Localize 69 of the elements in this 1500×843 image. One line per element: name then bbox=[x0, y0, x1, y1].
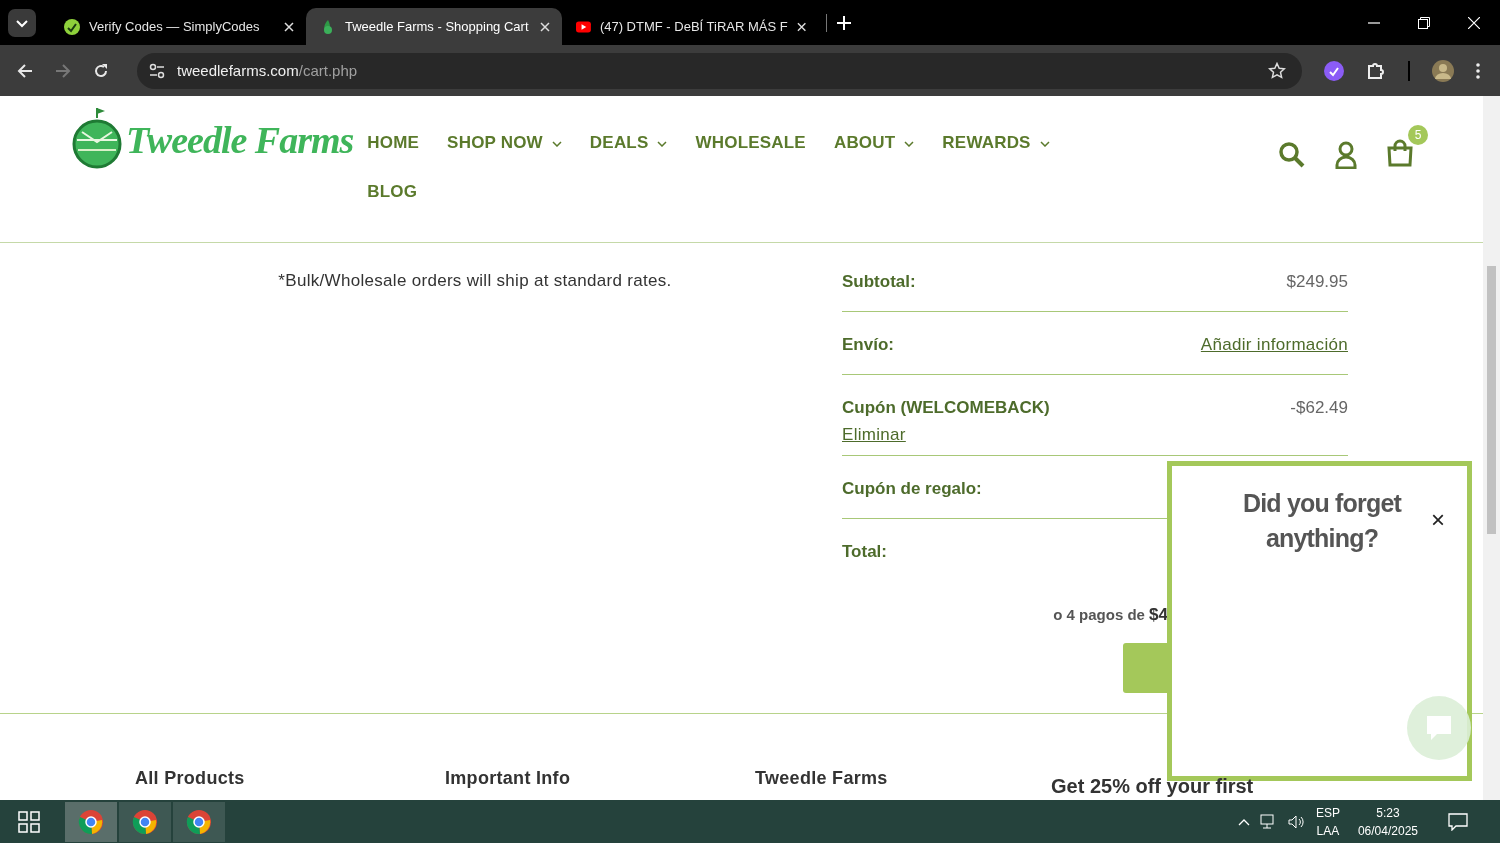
taskbar-app[interactable] bbox=[65, 801, 117, 842]
scrollbar[interactable] bbox=[1483, 96, 1500, 800]
footer-heading: Important Info bbox=[445, 768, 572, 790]
remove-link[interactable]: Eliminar bbox=[842, 425, 1050, 445]
check-icon bbox=[64, 18, 80, 35]
puzzle-icon[interactable] bbox=[1366, 60, 1386, 81]
summary-link[interactable]: Añadir información bbox=[1200, 335, 1348, 355]
new-tab-icon[interactable] bbox=[837, 15, 851, 30]
browser-tab[interactable]: Verify Codes — SimplyCodes bbox=[50, 8, 306, 45]
shipping-note: *Bulk/Wholesale orders will ship at standard rates. bbox=[277, 271, 673, 291]
nav-link[interactable]: BLOG bbox=[367, 180, 418, 204]
task-view-icon[interactable] bbox=[18, 810, 40, 833]
back-icon[interactable] bbox=[17, 62, 33, 79]
promo-heading: Get 25% off your first bbox=[1051, 776, 1254, 796]
chevron-down-icon bbox=[551, 141, 562, 147]
nav-link[interactable]: SHOP NOW bbox=[447, 131, 562, 155]
clock-time[interactable]: 5:23 bbox=[1376, 803, 1400, 822]
avatar-icon[interactable] bbox=[1432, 59, 1454, 82]
browser-icon bbox=[132, 808, 158, 835]
browser-tab[interactable]: Tweedle Farms - Shopping Cart bbox=[306, 8, 562, 45]
popup-title: Did you forget anything? bbox=[1241, 488, 1403, 554]
restore-icon[interactable] bbox=[1418, 16, 1430, 29]
summary-label: Cupón de regalo: bbox=[842, 479, 982, 499]
summary-label: Total: bbox=[842, 542, 887, 562]
chevron-down-icon bbox=[904, 141, 915, 147]
browser-icon bbox=[78, 808, 104, 835]
summary-value: $249.95 bbox=[1286, 272, 1348, 292]
address-bar[interactable]: tweedlefarms.com/cart.php bbox=[137, 52, 1302, 89]
keyboard-layout[interactable]: LAA bbox=[1316, 821, 1340, 840]
video-icon bbox=[576, 18, 591, 35]
reload-icon[interactable] bbox=[93, 62, 109, 79]
summary-label: Cupón (WELCOMEBACK) bbox=[842, 398, 1050, 418]
star-icon[interactable] bbox=[1268, 61, 1286, 80]
cart-count-badge: 5 bbox=[1408, 125, 1428, 145]
installments-text: o 4 pagos de $4 bbox=[1052, 605, 1168, 625]
chevron-down-icon bbox=[657, 141, 668, 147]
chevron-down-icon bbox=[1039, 141, 1050, 147]
site-settings-icon[interactable] bbox=[149, 62, 165, 79]
notification-icon[interactable] bbox=[1448, 812, 1468, 831]
more-icon[interactable] bbox=[1476, 62, 1480, 79]
taskbar-app[interactable] bbox=[173, 801, 225, 842]
close-icon[interactable] bbox=[284, 21, 294, 32]
url-text: tweedlefarms.com/cart.php bbox=[177, 62, 359, 79]
nav-link[interactable]: HOME bbox=[367, 131, 420, 155]
summary-value: -$62.49 bbox=[1290, 398, 1348, 418]
nav-link[interactable]: WHOLESALE bbox=[695, 131, 806, 155]
footer-heading: All Products bbox=[135, 768, 246, 790]
close-button[interactable]: × bbox=[1427, 508, 1449, 532]
nav-link[interactable]: DEALS bbox=[589, 131, 668, 155]
close-icon[interactable] bbox=[796, 21, 806, 32]
close-icon[interactable] bbox=[540, 21, 550, 32]
tab-search-icon[interactable] bbox=[8, 8, 36, 37]
scrollbar-thumb[interactable] bbox=[1487, 266, 1496, 534]
forward-icon bbox=[55, 62, 71, 79]
nav-link[interactable]: REWARDS bbox=[942, 131, 1050, 155]
chevron-up-icon[interactable] bbox=[1237, 817, 1250, 826]
browser-tab[interactable]: (47) DTMF - DeBÍ TiRAR MÁS F bbox=[562, 8, 818, 45]
shopping-bag-icon[interactable] bbox=[1387, 139, 1413, 167]
summary-label: Subtotal: bbox=[842, 272, 916, 292]
taskbar-app[interactable] bbox=[119, 801, 171, 842]
clock-date[interactable]: 06/04/2025 bbox=[1357, 821, 1418, 840]
speaker-icon[interactable] bbox=[1287, 813, 1306, 830]
search-icon[interactable] bbox=[1279, 142, 1305, 168]
summary-label: Envío: bbox=[842, 335, 894, 355]
nav-link[interactable]: ABOUT bbox=[833, 131, 915, 155]
language-indicator[interactable]: ESP bbox=[1315, 803, 1340, 822]
extension-badge-icon[interactable] bbox=[1324, 60, 1344, 81]
account-icon[interactable] bbox=[1335, 141, 1357, 169]
browser-icon bbox=[186, 808, 212, 835]
